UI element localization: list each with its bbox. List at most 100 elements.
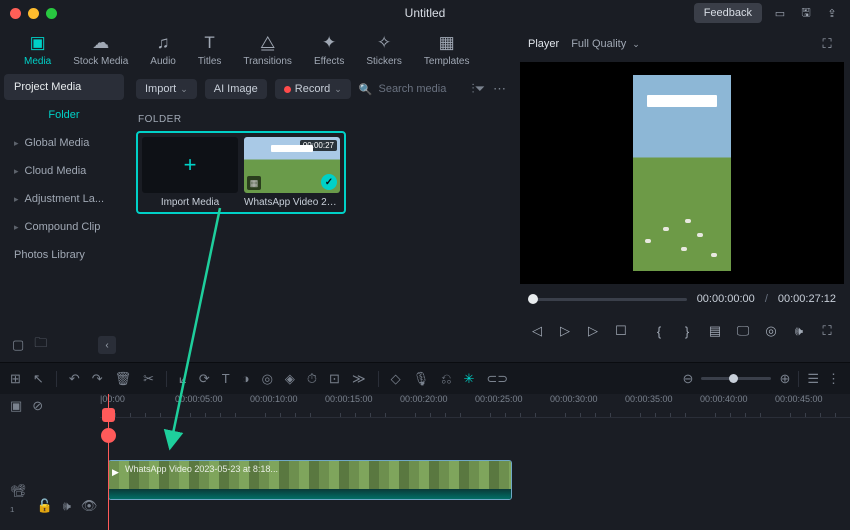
mark-out-icon[interactable]: }	[678, 322, 696, 340]
maximize-window[interactable]	[46, 8, 57, 19]
media-sidebar: Project Media Folder ▸Global Media ▸Clou…	[0, 74, 128, 362]
close-window[interactable]	[10, 8, 21, 19]
zoom-slider[interactable]	[701, 377, 771, 380]
layout-icon[interactable]: ▭	[772, 5, 788, 21]
color-icon[interactable]: ◑	[242, 371, 250, 386]
zoom-out-icon[interactable]: ⊖	[683, 371, 694, 387]
link-icon[interactable]: ⊂⊃	[486, 371, 508, 387]
timer-icon[interactable]: ⏱	[307, 371, 317, 387]
split-icon[interactable]: ✂	[143, 371, 154, 387]
compare-icon[interactable]: ▤	[706, 322, 724, 340]
sidebar-item-adjustment-layer[interactable]: ▸Adjustment La...	[4, 186, 124, 212]
audio-tool-icon[interactable]: 🎙	[413, 371, 430, 387]
zoom-thumb[interactable]	[729, 374, 738, 383]
feedback-button[interactable]: Feedback	[694, 3, 762, 23]
playback-quality-select[interactable]: Full Quality⌄	[571, 38, 640, 50]
media-category-tabs: ▣Media ☁Stock Media ♫Audio TTitles ⧋Tran…	[0, 26, 514, 74]
tab-stickers[interactable]: ✧Stickers	[356, 29, 412, 71]
sidebar-item-project-media[interactable]: Project Media	[4, 74, 124, 100]
play-icon[interactable]: ▷	[556, 322, 574, 340]
scrubber-thumb[interactable]	[528, 294, 538, 304]
camera-icon[interactable]: ◎	[762, 322, 780, 340]
delete-icon[interactable]: 🗑	[115, 371, 132, 387]
chevron-down-icon: ⌄	[632, 39, 640, 50]
sidebar-item-photos-library[interactable]: Photos Library	[4, 242, 124, 268]
mixer-icon[interactable]: ⎌	[441, 371, 451, 387]
sidebar-item-cloud-media[interactable]: ▸Cloud Media	[4, 158, 124, 184]
volume-icon[interactable]: 🕪	[790, 322, 808, 340]
tab-templates[interactable]: ▦Templates	[414, 29, 480, 71]
tab-transitions[interactable]: ⧋Transitions	[233, 29, 302, 71]
undo-icon[interactable]: ↶	[69, 371, 80, 387]
tab-audio[interactable]: ♫Audio	[140, 29, 186, 71]
minimize-window[interactable]	[28, 8, 39, 19]
redo-icon[interactable]: ↷	[92, 371, 103, 387]
select-tool-icon[interactable]: ↖	[33, 371, 44, 387]
speed-icon[interactable]: ⟳	[199, 371, 210, 387]
media-clip-card[interactable]: 00:00:27 ▦ ✓ WhatsApp Video 202...	[244, 137, 340, 208]
clip-label: WhatsApp Video 2023-05-23 at 8:18...	[125, 464, 278, 474]
tab-titles[interactable]: TTitles	[188, 29, 232, 71]
player-viewport[interactable]	[520, 62, 844, 284]
new-bin-icon[interactable]: ▢	[12, 337, 24, 353]
sidebar-item-folder[interactable]: Folder	[4, 102, 124, 128]
display-icon[interactable]: 🖵	[734, 322, 752, 340]
ai-image-button[interactable]: AI Image	[205, 79, 267, 99]
timeline: ▣ ⊘ 📽₁ 🔓 🕪 👁 |00:0000:00:05:0000:00:10:0…	[0, 394, 850, 530]
player-scrubber[interactable]	[528, 298, 687, 301]
timeline-ruler[interactable]: |00:0000:00:05:0000:00:10:0000:00:15:000…	[100, 394, 850, 418]
timeline-view-icon[interactable]: ☰	[807, 371, 819, 387]
ruler-label: 00:00:40:00	[700, 394, 748, 404]
collapse-sidebar-button[interactable]: ‹	[98, 336, 116, 354]
filter-icon[interactable]: ⫶⏷	[471, 81, 485, 97]
tab-stock-media[interactable]: ☁Stock Media	[63, 29, 138, 71]
effects-icon: ✦	[322, 33, 336, 53]
magnet-icon[interactable]: ✳	[463, 371, 474, 387]
new-folder-icon[interactable]: 🗀	[34, 334, 47, 356]
fullscreen-icon[interactable]: ⛶	[818, 322, 836, 340]
track-video-icon[interactable]: 📽₁	[10, 483, 27, 514]
expand-icon[interactable]: ⊡	[329, 371, 340, 387]
chevron-right-icon: ▸	[14, 222, 19, 233]
next-frame-icon[interactable]: ▷	[584, 322, 602, 340]
keyframe-icon[interactable]: ◈	[285, 371, 295, 387]
stop-icon[interactable]: ☐	[612, 322, 630, 340]
timeline-clip[interactable]: ▶ WhatsApp Video 2023-05-23 at 8:18...	[108, 460, 512, 500]
import-button[interactable]: Import ⌄	[136, 79, 197, 99]
playhead[interactable]	[108, 394, 109, 530]
more-icon[interactable]: ⋯	[493, 81, 506, 97]
adjust-icon[interactable]: ◎	[262, 371, 273, 387]
search-input[interactable]: 🔍Search media	[359, 83, 447, 96]
record-button[interactable]: Record ⌄	[275, 79, 351, 99]
record-icon	[284, 86, 291, 93]
tab-effects[interactable]: ✦Effects	[304, 29, 354, 71]
save-icon[interactable]: 🖫	[798, 5, 814, 21]
tab-media[interactable]: ▣Media	[14, 29, 61, 71]
track-link-icon[interactable]: ⊘	[32, 398, 43, 414]
prev-frame-icon[interactable]: ◁	[528, 322, 546, 340]
plus-icon: +	[184, 152, 197, 178]
sidebar-item-global-media[interactable]: ▸Global Media	[4, 130, 124, 156]
document-title: Untitled	[405, 6, 446, 20]
pointer-tool-icon[interactable]: ⊞	[10, 371, 21, 387]
ruler-label: 00:00:35:00	[625, 394, 673, 404]
clip-play-icon: ▶	[112, 467, 119, 478]
track-mute-icon[interactable]: 🕪	[63, 498, 71, 514]
text-tool-icon[interactable]: T	[222, 371, 230, 386]
snapshot-icon[interactable]: ⛶	[818, 35, 836, 53]
media-content: Import ⌄ AI Image Record ⌄ 🔍Search media…	[128, 74, 514, 362]
player-label: Player	[528, 38, 559, 50]
playhead-grip[interactable]	[101, 428, 116, 443]
sidebar-item-compound-clip[interactable]: ▸Compound Clip	[4, 214, 124, 240]
marker-icon[interactable]: ◇	[391, 371, 401, 387]
import-media-card[interactable]: + Import Media	[142, 137, 238, 208]
track-add-icon[interactable]: ▣	[10, 398, 22, 414]
mark-in-icon[interactable]: {	[650, 322, 668, 340]
crop-icon[interactable]: ⟀	[179, 371, 187, 387]
more-tools-icon[interactable]: ≫	[352, 371, 366, 387]
timeline-settings-icon[interactable]: ⋮	[827, 371, 840, 387]
export-icon[interactable]: ⇪	[824, 5, 840, 21]
zoom-in-icon[interactable]: ⊕	[779, 371, 790, 387]
track-visible-icon[interactable]: 👁	[81, 498, 98, 514]
track-lock-icon[interactable]: 🔓	[37, 498, 53, 514]
